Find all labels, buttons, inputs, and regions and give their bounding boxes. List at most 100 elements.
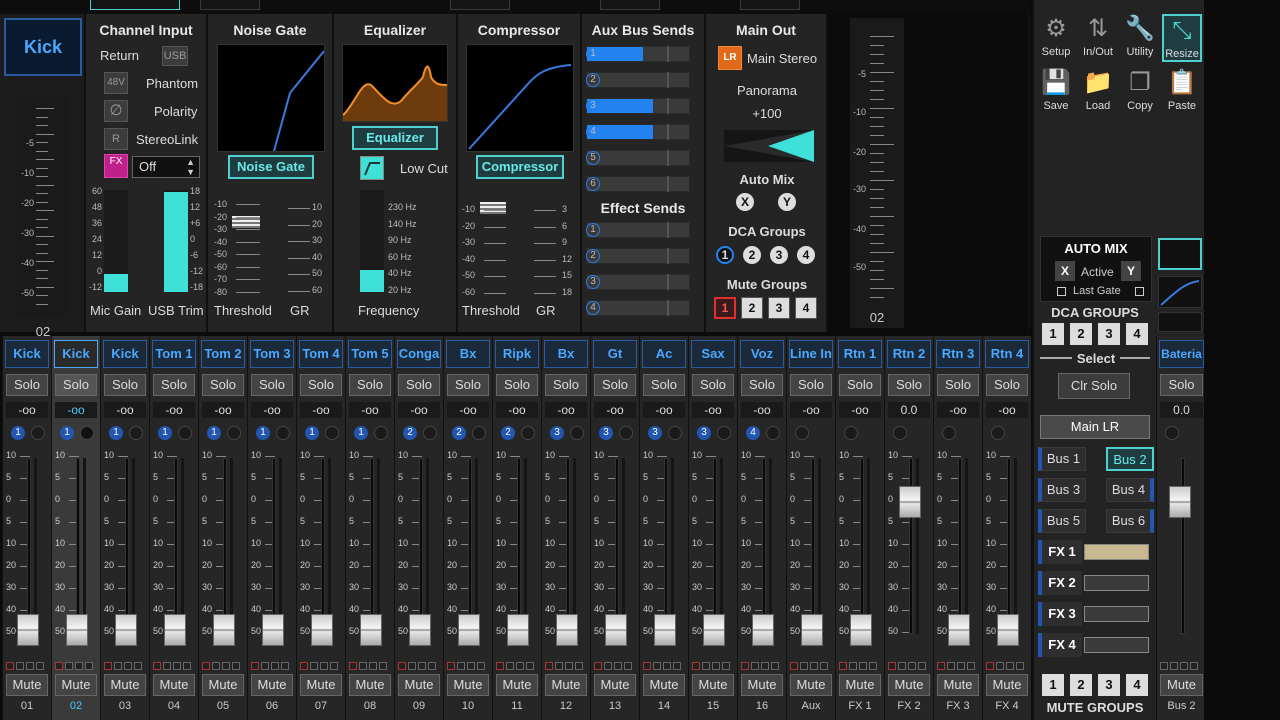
dca-assign-indicator[interactable]: 1 bbox=[60, 426, 74, 440]
automix-panel-x-button[interactable]: X bbox=[1055, 261, 1075, 281]
mute-button[interactable]: Mute bbox=[545, 674, 587, 696]
eq-graph[interactable] bbox=[342, 44, 448, 122]
mute-group-indicator[interactable] bbox=[227, 426, 241, 440]
solo-button[interactable]: Solo bbox=[496, 374, 538, 396]
fx-select-button[interactable]: FX 4 bbox=[1038, 633, 1082, 657]
dca-assign-indicator[interactable]: 1 bbox=[109, 426, 123, 440]
bus-strip-mute[interactable]: Mute bbox=[1160, 674, 1203, 696]
solo-button[interactable]: Solo bbox=[55, 374, 97, 396]
bus-select-button[interactable]: Bus 4 bbox=[1106, 478, 1154, 502]
dca-assign-indicator[interactable] bbox=[991, 426, 1005, 440]
low-cut-frequency-slider[interactable] bbox=[360, 190, 384, 292]
channel-name-button[interactable]: Ac bbox=[642, 340, 686, 368]
tool-setup-button[interactable]: ⚙ Setup bbox=[1036, 14, 1076, 58]
main-out-dca-button[interactable]: 3 bbox=[770, 246, 788, 264]
mute-button[interactable]: Mute bbox=[251, 674, 293, 696]
usb-button[interactable]: USB bbox=[162, 46, 188, 66]
solo-button[interactable]: Solo bbox=[839, 374, 881, 396]
mute-group-indicator[interactable] bbox=[717, 426, 731, 440]
channel-name-button[interactable]: Tom 1 bbox=[152, 340, 196, 368]
automix-x-button[interactable]: X bbox=[736, 193, 754, 211]
fader-cap[interactable] bbox=[801, 614, 823, 646]
mute-group-button[interactable]: 2 bbox=[1070, 674, 1092, 696]
mute-button[interactable]: Mute bbox=[790, 674, 832, 696]
solo-button[interactable]: Solo bbox=[937, 374, 979, 396]
fader-cap[interactable] bbox=[360, 614, 382, 646]
aux-send-slider[interactable] bbox=[586, 72, 690, 88]
dca-assign-indicator[interactable] bbox=[795, 426, 809, 440]
compressor-button[interactable]: Compressor bbox=[476, 155, 564, 179]
low-cut-button[interactable] bbox=[360, 156, 384, 180]
view-3-thumbnail[interactable] bbox=[1158, 312, 1202, 332]
compressor-graph[interactable] bbox=[466, 44, 574, 152]
aux-send-slider[interactable] bbox=[586, 98, 690, 114]
fader-cap[interactable] bbox=[458, 614, 480, 646]
dca-group-button[interactable]: 1 bbox=[1042, 323, 1064, 345]
channel-name-button[interactable]: Kick bbox=[54, 340, 98, 368]
fader-cap[interactable] bbox=[997, 614, 1019, 646]
channel-name-button[interactable]: Line In bbox=[789, 340, 833, 368]
fader-cap[interactable] bbox=[752, 614, 774, 646]
main-out-dca-button[interactable]: 4 bbox=[797, 246, 815, 264]
bus-select-button[interactable]: Bus 2 bbox=[1106, 447, 1154, 471]
polarity-button[interactable]: ∅ bbox=[104, 100, 128, 122]
mute-button[interactable]: Mute bbox=[937, 674, 979, 696]
solo-button[interactable]: Solo bbox=[790, 374, 832, 396]
fx-unit-thumbnail[interactable] bbox=[1084, 637, 1149, 653]
fader-cap[interactable] bbox=[66, 614, 88, 646]
mute-button[interactable]: Mute bbox=[55, 674, 97, 696]
bus-strip-dca[interactable] bbox=[1165, 426, 1179, 440]
channel-name-button[interactable]: Rtn 4 bbox=[985, 340, 1029, 368]
main-out-mute-group-button[interactable]: 1 bbox=[714, 297, 736, 319]
effect-send-slider[interactable] bbox=[586, 248, 690, 264]
channel-name-button[interactable]: Tom 5 bbox=[348, 340, 392, 368]
solo-button[interactable]: Solo bbox=[888, 374, 930, 396]
mute-group-indicator[interactable] bbox=[276, 426, 290, 440]
mic-gain-slider[interactable] bbox=[104, 190, 128, 292]
automix-panel-y-button[interactable]: Y bbox=[1121, 261, 1141, 281]
dca-assign-indicator[interactable]: 1 bbox=[354, 426, 368, 440]
last-gate-checkbox-y[interactable] bbox=[1135, 287, 1144, 296]
view-2-thumbnail[interactable] bbox=[1158, 276, 1202, 308]
mute-button[interactable]: Mute bbox=[349, 674, 391, 696]
mute-button[interactable]: Mute bbox=[496, 674, 538, 696]
fx-unit-thumbnail[interactable] bbox=[1084, 606, 1149, 622]
usb-trim-slider[interactable] bbox=[164, 190, 188, 292]
bus-select-button[interactable]: Bus 5 bbox=[1038, 509, 1086, 533]
fx-select-button[interactable]: FX 3 bbox=[1038, 602, 1082, 626]
solo-button[interactable]: Solo bbox=[643, 374, 685, 396]
mute-button[interactable]: Mute bbox=[153, 674, 195, 696]
mute-group-indicator[interactable] bbox=[521, 426, 535, 440]
lr-assign-button[interactable]: LR bbox=[718, 46, 742, 70]
channel-name-button[interactable]: Sax bbox=[691, 340, 735, 368]
panorama-control[interactable] bbox=[724, 130, 814, 162]
bus-select-button[interactable]: Bus 6 bbox=[1106, 509, 1154, 533]
top-tab-5[interactable] bbox=[740, 0, 800, 10]
fx-unit-thumbnail[interactable] bbox=[1084, 544, 1149, 560]
fader-cap[interactable] bbox=[948, 614, 970, 646]
fader-cap[interactable] bbox=[115, 614, 137, 646]
top-tab-2[interactable] bbox=[200, 0, 260, 10]
mute-group-indicator[interactable] bbox=[619, 426, 633, 440]
fader-cap[interactable] bbox=[850, 614, 872, 646]
main-lr-button[interactable]: Main LR bbox=[1040, 415, 1150, 439]
phantom-button[interactable]: 48V bbox=[104, 72, 128, 94]
solo-button[interactable]: Solo bbox=[153, 374, 195, 396]
top-tab-4[interactable] bbox=[600, 0, 660, 10]
dca-group-button[interactable]: 2 bbox=[1070, 323, 1092, 345]
channel-name-button[interactable]: Kick bbox=[103, 340, 147, 368]
automix-y-button[interactable]: Y bbox=[778, 193, 796, 211]
dca-assign-indicator[interactable]: 4 bbox=[746, 426, 760, 440]
channel-name-button[interactable]: Tom 3 bbox=[250, 340, 294, 368]
mute-button[interactable]: Mute bbox=[839, 674, 881, 696]
dca-assign-indicator[interactable]: 2 bbox=[403, 426, 417, 440]
mute-group-button[interactable]: 3 bbox=[1098, 674, 1120, 696]
mute-group-indicator[interactable] bbox=[325, 426, 339, 440]
bus-fader-cap[interactable] bbox=[1169, 486, 1191, 518]
mute-button[interactable]: Mute bbox=[6, 674, 48, 696]
fx-unit-thumbnail[interactable] bbox=[1084, 575, 1149, 591]
fader-cap[interactable] bbox=[703, 614, 725, 646]
channel-name-button[interactable]: Voz bbox=[740, 340, 784, 368]
dca-assign-indicator[interactable]: 3 bbox=[648, 426, 662, 440]
solo-button[interactable]: Solo bbox=[104, 374, 146, 396]
